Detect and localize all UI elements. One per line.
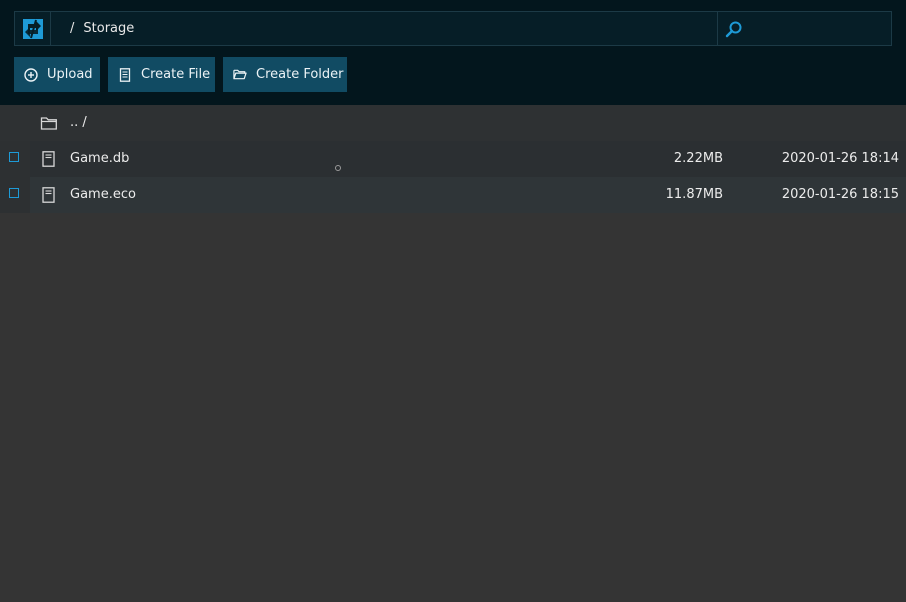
breadcrumb-separator: / — [70, 21, 75, 36]
parent-directory-label: .. / — [70, 115, 87, 130]
row-checkbox[interactable] — [9, 188, 19, 198]
checkbox-column — [0, 177, 30, 213]
refresh-logo-icon — [22, 18, 43, 39]
file-size: 11.87MB — [665, 187, 723, 202]
create-folder-button[interactable]: Create Folder — [223, 57, 347, 92]
mouse-cursor — [335, 165, 341, 171]
file-name[interactable]: Game.eco — [70, 177, 136, 213]
file-size: 2.22MB — [673, 151, 723, 166]
search-button[interactable] — [718, 12, 750, 45]
path-bar: / Storage — [14, 11, 892, 46]
search-input[interactable] — [752, 16, 890, 43]
file-name[interactable]: Game.db — [70, 141, 129, 177]
create-folder-label: Create Folder — [256, 67, 344, 82]
app-logo[interactable] — [15, 12, 51, 45]
folder-icon — [40, 117, 57, 130]
create-file-button[interactable]: Create File — [108, 57, 215, 92]
search-area — [717, 12, 892, 45]
checkbox-column — [0, 105, 30, 141]
file-icon — [118, 67, 132, 82]
checkbox-column — [0, 141, 30, 177]
upload-label: Upload — [47, 67, 93, 82]
row-checkbox[interactable] — [9, 152, 19, 162]
file-icon — [42, 151, 55, 167]
file-row[interactable]: Game.eco 11.87MB 2020-01-26 18:15 — [0, 177, 906, 213]
file-modified-date: 2020-01-26 18:14 — [781, 151, 899, 166]
breadcrumb-current[interactable]: Storage — [83, 21, 134, 36]
create-file-label: Create File — [141, 67, 211, 82]
search-icon — [725, 21, 742, 37]
upload-button[interactable]: Upload — [14, 57, 100, 92]
file-list: .. / Game.db 2.22MB 2020-01-26 18:14 Gam… — [0, 105, 906, 213]
upload-icon — [24, 67, 38, 82]
breadcrumb: / Storage — [70, 12, 134, 45]
file-modified-date: 2020-01-26 18:15 — [781, 187, 899, 202]
file-row[interactable]: Game.db 2.22MB 2020-01-26 18:14 — [0, 141, 906, 177]
top-bar: / Storage Upload Create File Create Fold… — [0, 0, 906, 105]
folder-open-icon — [233, 68, 247, 82]
parent-directory-row[interactable]: .. / — [0, 105, 906, 141]
file-icon — [42, 187, 55, 203]
